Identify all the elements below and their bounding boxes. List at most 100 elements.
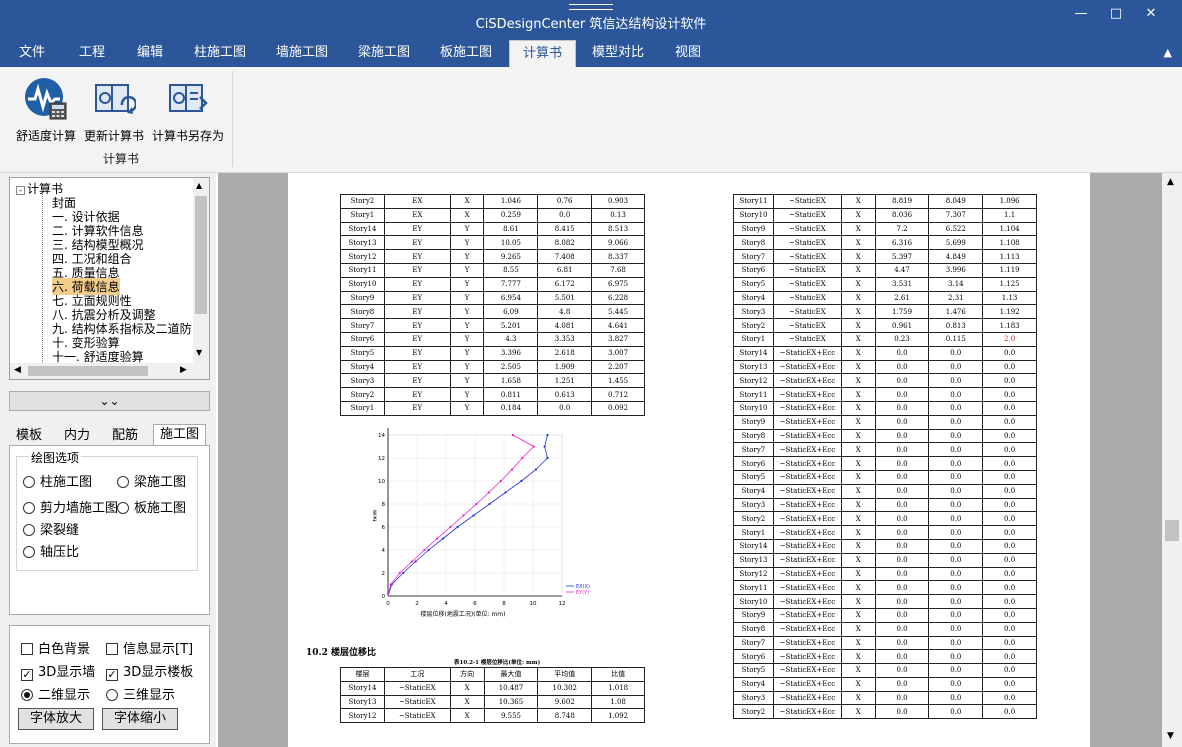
table-cell: 0.0 bbox=[537, 207, 593, 223]
table-cell: 0.0 bbox=[928, 469, 984, 485]
panel-tab-internal-force[interactable]: 内力 bbox=[58, 426, 96, 446]
tree-horizontal-scrollbar[interactable]: ◀ ▶ bbox=[10, 363, 209, 379]
wall-3d-checkbox[interactable]: ✓ 3D显示墙 bbox=[21, 661, 95, 681]
data-point bbox=[521, 456, 524, 460]
table-cell: EY bbox=[383, 290, 451, 306]
tab-wall-drawing[interactable]: 墙施工图 bbox=[266, 40, 338, 67]
table-cell: 工况 bbox=[383, 667, 451, 682]
table-cell: 0.0 bbox=[874, 649, 930, 665]
view-2d-label: 二维显示 bbox=[38, 688, 91, 703]
minimize-button[interactable]: — bbox=[1066, 6, 1096, 26]
scroll-left-icon[interactable]: ◀ bbox=[14, 365, 21, 375]
update-calc-book-button[interactable]: 更新计算书 bbox=[82, 77, 146, 144]
table-cell: 1.046 bbox=[483, 194, 539, 209]
viewer-vertical-scrollbar[interactable]: ▲ ▼ bbox=[1162, 173, 1182, 747]
table-row: Story7 ~StaticEX+Ecc X 0.0 0.0 0.0 bbox=[733, 442, 1037, 458]
table-cell: 0.0 bbox=[928, 387, 984, 402]
table-row: Story7 ~StaticEX+Ecc X 0.0 0.0 0.0 bbox=[733, 635, 1037, 651]
table-cell: 1.455 bbox=[591, 373, 645, 389]
scroll-down-icon[interactable]: ▼ bbox=[196, 348, 202, 357]
table-cell: Story8 bbox=[340, 304, 385, 320]
table-cell: Story7 bbox=[733, 635, 774, 651]
window-title: CiSDesignCenter 筑信达结构设计软件 bbox=[475, 17, 707, 32]
table-cell: 5.699 bbox=[928, 235, 984, 251]
collapse-ribbon-icon[interactable]: ▲ bbox=[1164, 46, 1172, 59]
table-cell: Y bbox=[449, 400, 485, 416]
save-calc-book-as-button[interactable]: 计算书另存为 bbox=[150, 77, 226, 144]
viewer-scroll-up-icon[interactable]: ▲ bbox=[1167, 177, 1174, 187]
table-row: Story14 ~StaticEX+Ecc X 0.0 0.0 0.0 bbox=[733, 538, 1037, 554]
table-cell: ~StaticEX bbox=[383, 708, 451, 724]
radio-shear-wall-drawing[interactable]: 剪力墙施工图 bbox=[23, 497, 118, 516]
viewer-scroll-thumb[interactable] bbox=[1165, 520, 1179, 541]
radio-slab-drawing-label: 板施工图 bbox=[134, 501, 187, 516]
tab-calc-book[interactable]: 计算书 bbox=[509, 40, 576, 67]
info-display-checkbox[interactable]: 信息显示[T] bbox=[106, 638, 193, 657]
table-cell: 2.207 bbox=[591, 359, 645, 375]
table-cell: 1.108 bbox=[982, 235, 1037, 251]
tab-edit[interactable]: 编辑 bbox=[124, 40, 176, 67]
table-cell: 2.505 bbox=[483, 359, 539, 375]
panel-expand-button[interactable]: ⌄⌄ bbox=[9, 391, 210, 411]
slab-3d-checkbox[interactable]: ✓ 3D显示楼板 bbox=[106, 661, 193, 681]
table-cell: X bbox=[840, 400, 876, 416]
panel-tab-construction-drawing[interactable]: 施工图 bbox=[153, 424, 207, 446]
table-cell: Story2 bbox=[340, 194, 385, 209]
data-point bbox=[546, 433, 549, 437]
table-cell: 0.0 bbox=[982, 607, 1037, 623]
maximize-button[interactable]: □ bbox=[1101, 6, 1131, 26]
table-cell: ~StaticEX+Ecc bbox=[772, 483, 842, 499]
view-3d-radio[interactable]: 三维显示 bbox=[106, 684, 175, 703]
table-cell: 0.0 bbox=[982, 538, 1037, 554]
drag-grip[interactable] bbox=[569, 4, 613, 10]
table-cell: 7.777 bbox=[483, 276, 539, 292]
viewer-scroll-down-icon[interactable]: ▼ bbox=[1167, 731, 1174, 741]
table-cell: ~StaticEX+Ecc bbox=[772, 704, 842, 720]
tab-model-compare[interactable]: 模型对比 bbox=[585, 40, 651, 67]
table-cell: 0.0 bbox=[928, 649, 984, 665]
tab-slab-drawing[interactable]: 板施工图 bbox=[430, 40, 502, 67]
tree-collapse-icon[interactable]: - bbox=[16, 186, 25, 195]
table-cell: 1.1 bbox=[982, 207, 1037, 223]
document-viewer[interactable]: Story2 EX X 1.046 0.76 0.903 Story1 EX X 0.259 0.0… bbox=[218, 173, 1162, 747]
table-cell: X bbox=[840, 497, 876, 513]
table-row: Story14 ~StaticEX X 10.487 10.302 1.018 bbox=[340, 680, 645, 696]
table-cell: Story2 bbox=[340, 387, 385, 402]
table-row: Story13 EY Y 10.05 8.082 9.066 bbox=[340, 235, 645, 251]
comfort-calc-button[interactable]: 舒适度计算 bbox=[14, 77, 78, 144]
white-bg-checkbox[interactable]: 白色背景 bbox=[21, 638, 90, 657]
panel-tab-template[interactable]: 模板 bbox=[10, 426, 48, 446]
radio-axial-ratio[interactable]: 轴压比 bbox=[23, 541, 79, 560]
checkbox-icon bbox=[106, 643, 118, 655]
table-cell: 0.0 bbox=[982, 359, 1037, 375]
tab-view[interactable]: 视图 bbox=[664, 40, 712, 67]
font-shrink-button[interactable]: 字体缩小 bbox=[102, 708, 178, 730]
radio-beam-drawing[interactable]: 梁施工图 bbox=[117, 471, 186, 490]
table-cell: 2.61 bbox=[874, 290, 930, 306]
panel-tab-reinforcement[interactable]: 配筋 bbox=[106, 426, 144, 446]
table-cell: 0.0 bbox=[982, 511, 1037, 527]
table-cell: 8.55 bbox=[483, 262, 539, 278]
table-cell: X bbox=[840, 345, 876, 361]
table-row: Story10 ~StaticEX+Ecc X 0.0 0.0 0.0 bbox=[733, 594, 1037, 609]
font-enlarge-button[interactable]: 字体放大 bbox=[18, 708, 94, 730]
table-cell: 1.909 bbox=[537, 359, 593, 375]
tab-file[interactable]: 文件 bbox=[8, 40, 56, 67]
radio-column-drawing[interactable]: 柱施工图 bbox=[23, 471, 92, 490]
scroll-up-icon[interactable]: ▲ bbox=[196, 181, 202, 190]
tab-beam-drawing[interactable]: 梁施工图 bbox=[348, 40, 420, 67]
tab-project[interactable]: 工程 bbox=[66, 40, 118, 67]
tree-hscroll-thumb[interactable] bbox=[28, 366, 148, 376]
radio-slab-drawing[interactable]: 板施工图 bbox=[117, 497, 186, 516]
tree-scroll-thumb[interactable] bbox=[195, 196, 207, 314]
table-cell: 6.954 bbox=[483, 290, 539, 306]
radio-beam-crack[interactable]: 梁裂缝 bbox=[23, 519, 79, 538]
data-point bbox=[487, 491, 490, 494]
view-2d-radio[interactable]: 二维显示 bbox=[21, 684, 90, 703]
table-cell: 0.259 bbox=[483, 207, 539, 223]
close-button[interactable]: ✕ bbox=[1136, 6, 1166, 26]
scroll-right-icon[interactable]: ▶ bbox=[180, 365, 187, 375]
tree-vertical-scrollbar[interactable]: ▲ ▼ bbox=[193, 178, 209, 363]
tab-column-drawing[interactable]: 柱施工图 bbox=[184, 40, 256, 67]
table-cell: Y bbox=[449, 318, 485, 333]
